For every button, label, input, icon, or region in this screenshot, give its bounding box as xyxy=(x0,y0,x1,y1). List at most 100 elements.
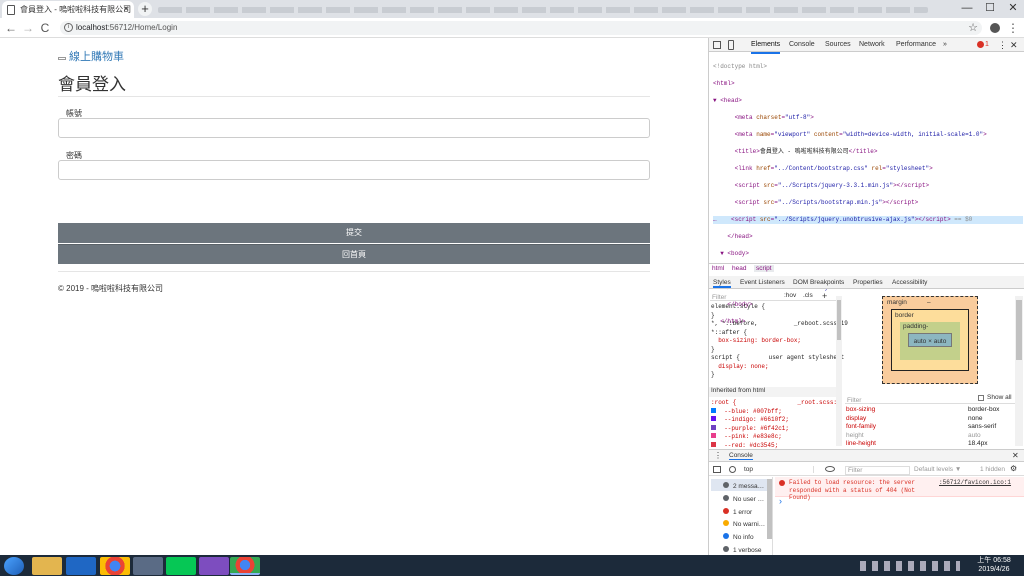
styles-scrollbar[interactable] xyxy=(836,296,842,446)
console-sidebar-item[interactable]: No info xyxy=(711,530,769,542)
device-toolbar-icon[interactable] xyxy=(728,40,734,50)
console-sidebar-scrollbar[interactable] xyxy=(767,479,772,539)
bookmark-star-icon[interactable]: ☆ xyxy=(966,20,980,36)
computed-prop-name[interactable]: box-sizing xyxy=(846,406,875,413)
color-swatch[interactable] xyxy=(711,424,716,430)
minimize-button[interactable]: — xyxy=(956,0,978,18)
address-bar[interactable]: i localhost:56712/Home/Login xyxy=(60,21,982,35)
console-sidebar-item[interactable]: 1 verbose xyxy=(711,543,769,555)
menu-icon[interactable]: ⋮ xyxy=(1006,20,1020,36)
reload-icon[interactable]: C xyxy=(38,20,52,36)
devtools-tab-network[interactable]: Network xyxy=(859,38,885,52)
other-tabs[interactable] xyxy=(158,7,928,13)
devtools-tab-performance[interactable]: Performance xyxy=(896,38,936,52)
home-button[interactable]: 回首頁 xyxy=(58,244,650,264)
root-rule-text: --pink: #e83e8c; xyxy=(717,433,782,440)
file-explorer-icon[interactable] xyxy=(32,557,62,575)
chrome-icon[interactable] xyxy=(100,557,130,575)
computed-prop-name[interactable]: font-family xyxy=(846,423,876,430)
root-rule-text: --indigo: #6610f2; xyxy=(717,416,790,423)
root-rule-text: --red: #dc3545; xyxy=(717,441,779,449)
forward-icon[interactable]: → xyxy=(21,20,35,36)
show-all-checkbox[interactable] xyxy=(978,395,984,401)
devtools-tab-more[interactable]: » xyxy=(943,38,947,52)
breadcrumb-html[interactable]: html xyxy=(712,265,724,272)
chrome-active-icon[interactable] xyxy=(230,557,260,575)
back-icon[interactable]: ← xyxy=(4,20,18,36)
start-button[interactable] xyxy=(4,557,24,575)
close-tab-icon[interactable]: × xyxy=(123,1,129,18)
profile-icon[interactable] xyxy=(990,23,1000,33)
password-input[interactable] xyxy=(58,160,650,180)
info-icon[interactable]: i xyxy=(64,23,73,32)
drawer-close-icon[interactable]: ✕ xyxy=(1012,451,1019,460)
console-sidebar-item[interactable]: 1 error xyxy=(711,505,769,517)
account-input[interactable] xyxy=(58,118,650,138)
clock[interactable]: 上午 06:58 2019/4/26 xyxy=(972,556,1016,574)
styles-filter-input[interactable]: Filter xyxy=(710,290,840,301)
devtools-menu-icon[interactable]: ⋮ xyxy=(998,38,1007,52)
root-rule-line: --pink: #e83e8c; xyxy=(711,433,837,442)
close-window-button[interactable]: ✕ xyxy=(1002,0,1024,18)
system-tray-icons[interactable] xyxy=(860,561,960,571)
root-rule-text: :root { _root.scss:1 xyxy=(711,399,841,406)
console-filter-input[interactable]: Filter xyxy=(845,466,910,475)
log-levels-select[interactable]: Default levels ▼ xyxy=(914,466,961,473)
line-icon[interactable] xyxy=(166,557,196,575)
console-tab[interactable]: Console xyxy=(729,452,753,460)
color-swatch[interactable] xyxy=(711,407,716,413)
inspect-icon[interactable] xyxy=(713,41,721,49)
error-count[interactable]: 1 xyxy=(985,38,989,52)
console-sidebar-label: 1 verbose xyxy=(733,547,762,554)
tab-strip: 會員登入 - 嗚啦啦科技有限公司 × + — ☐ ✕ xyxy=(0,0,1024,18)
box-model: margin – border padding- auto × auto xyxy=(845,290,1015,390)
computed-scrollbar[interactable] xyxy=(1015,296,1023,446)
computed-prop-name[interactable]: display xyxy=(846,415,866,422)
devtools-close-icon[interactable]: ✕ xyxy=(1010,38,1018,52)
console-error-source[interactable]: :56712/favicon.ico:1 xyxy=(939,479,1011,486)
computed-prop-name[interactable]: line-height xyxy=(846,440,876,447)
console-sidebar-item[interactable]: No user … xyxy=(711,492,769,504)
breadcrumb-head[interactable]: head xyxy=(732,265,746,272)
color-swatch[interactable] xyxy=(711,441,716,447)
devtools-tab-console[interactable]: Console xyxy=(789,38,815,52)
inherited-label: Inherited from html xyxy=(709,387,839,397)
margin-box: margin – border padding- auto × auto xyxy=(882,296,978,384)
color-swatch[interactable] xyxy=(711,416,716,421)
clear-console-icon[interactable] xyxy=(729,466,736,473)
clock-time: 上午 06:58 xyxy=(977,557,1011,564)
console-sidebar-item[interactable]: 2 messa… xyxy=(711,479,769,491)
cls-toggle[interactable]: .cls xyxy=(803,292,813,299)
error-icon xyxy=(977,41,984,48)
visual-studio-icon[interactable] xyxy=(199,557,229,575)
console-settings-icon[interactable]: ⚙ xyxy=(1010,464,1017,473)
style-tab-dom-breakpoints[interactable]: DOM Breakpoints xyxy=(793,279,844,286)
live-expression-eye-icon[interactable] xyxy=(825,466,835,472)
color-swatch[interactable] xyxy=(711,433,716,438)
hov-toggle[interactable]: :hov xyxy=(784,292,796,299)
maximize-button[interactable]: ☐ xyxy=(979,0,1001,18)
sidebar-toggle-icon[interactable] xyxy=(713,466,721,473)
app-icon[interactable] xyxy=(133,557,163,575)
devtools-tab-sources[interactable]: Sources xyxy=(825,38,851,52)
outlook-icon[interactable] xyxy=(66,557,96,575)
style-tab-event-listeners[interactable]: Event Listeners xyxy=(740,279,785,286)
submit-button[interactable]: 提交 xyxy=(58,223,650,243)
console-prompt[interactable]: › xyxy=(779,496,782,506)
divider xyxy=(58,96,650,97)
style-tab-styles[interactable]: Styles xyxy=(713,279,731,288)
context-select[interactable]: top xyxy=(744,466,814,473)
style-tab-properties[interactable]: Properties xyxy=(853,279,883,286)
style-tab-accessibility[interactable]: Accessibility xyxy=(892,279,927,286)
add-style-icon[interactable]: + xyxy=(822,291,827,301)
computed-prop-name[interactable]: height xyxy=(846,432,864,439)
devtools-tab-elements[interactable]: Elements xyxy=(751,38,781,54)
brand-link[interactable]: 線上購物車 xyxy=(69,48,124,64)
new-tab-button[interactable]: + xyxy=(138,2,152,16)
style-rule-line: script { user agent stylesheet xyxy=(711,354,845,361)
console-sidebar-item[interactable]: No warni… xyxy=(711,517,769,529)
browser-tab[interactable]: 會員登入 - 嗚啦啦科技有限公司 × xyxy=(2,1,134,18)
breadcrumb-script[interactable]: script xyxy=(754,265,774,272)
style-rule-line: *, *::before, _reboot.scss:19 xyxy=(711,320,848,327)
drawer-menu-icon[interactable]: ⋮ xyxy=(714,451,722,460)
